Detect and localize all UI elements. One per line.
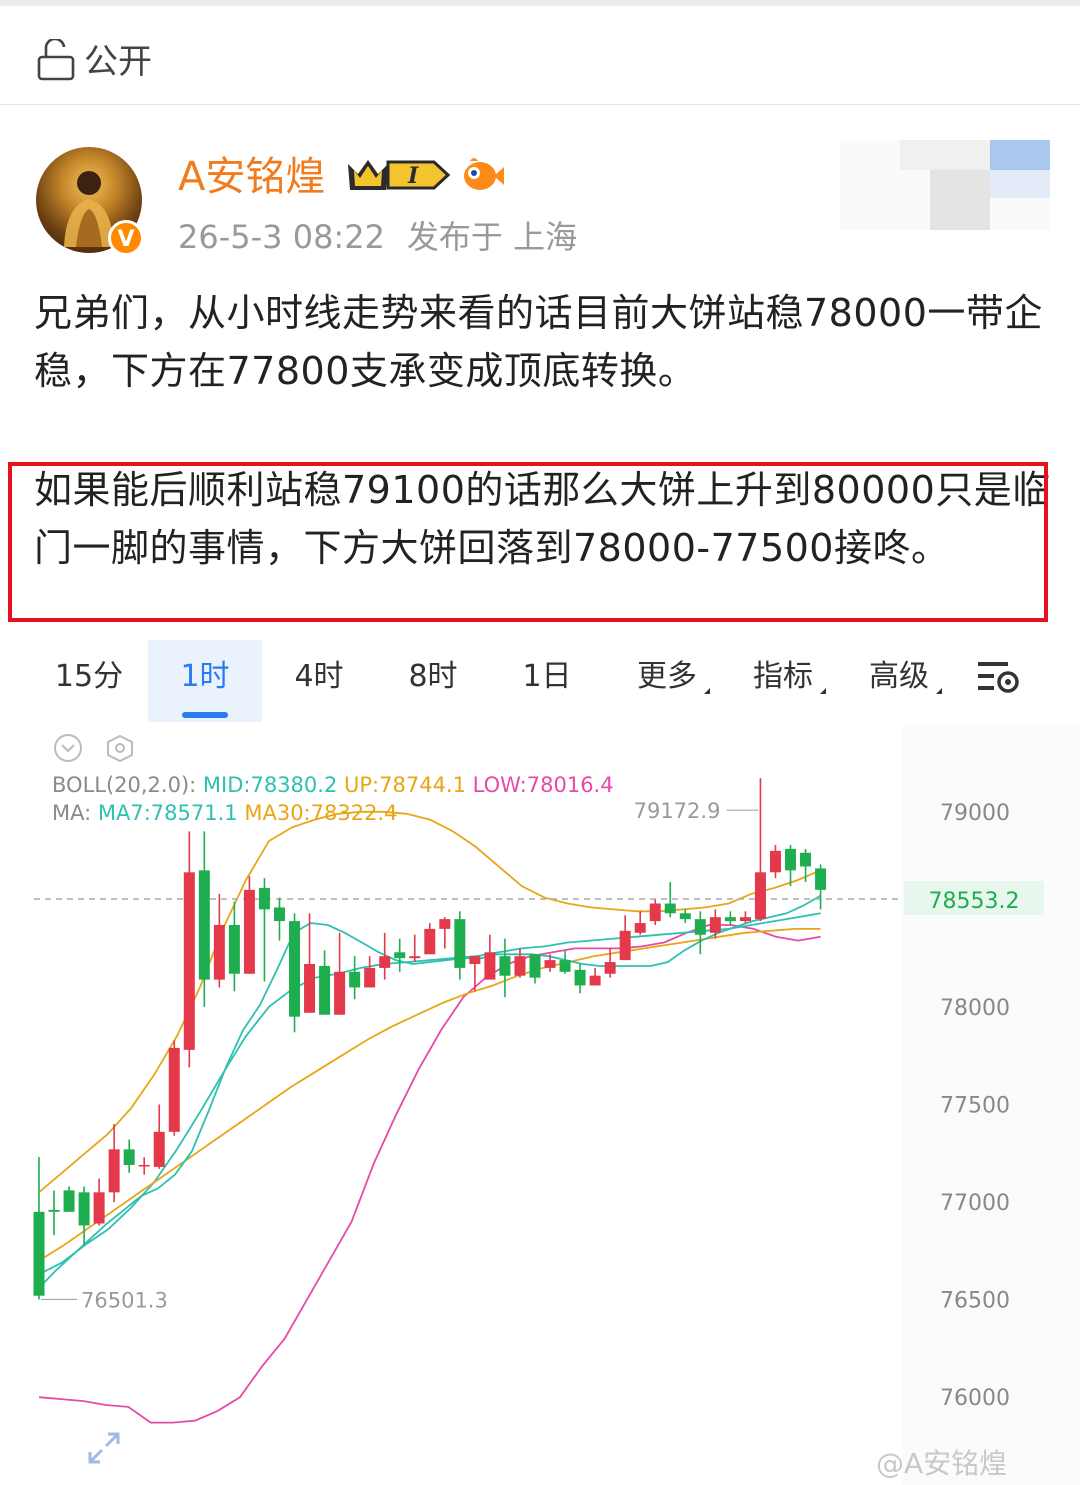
- candle-body: [334, 971, 346, 1015]
- candle-body: [574, 969, 586, 986]
- candle-body: [709, 917, 721, 933]
- candle-body: [514, 956, 526, 976]
- candle-body: [544, 960, 556, 968]
- ma30-line: [38, 928, 821, 1262]
- candle-body: [815, 868, 827, 890]
- candle-body: [649, 903, 661, 922]
- candle-body: [499, 956, 511, 976]
- candle-body: [273, 907, 285, 922]
- candle-body: [123, 1149, 135, 1165]
- boll-lower-line: [38, 924, 821, 1424]
- y-tick-label: 78000: [940, 996, 1010, 1021]
- candle-body: [108, 1149, 120, 1193]
- candle-body: [694, 919, 706, 935]
- candle-body: [394, 952, 406, 959]
- candle-body: [243, 889, 255, 974]
- candle-body: [153, 1131, 165, 1167]
- candle-body: [604, 962, 616, 974]
- candle-body: [529, 954, 541, 978]
- candle-body: [679, 913, 691, 920]
- candle-body: [409, 956, 421, 959]
- expand-icon[interactable]: [84, 1428, 124, 1468]
- y-tick-label: 77000: [940, 1191, 1010, 1216]
- candle-body: [800, 852, 812, 867]
- candle-body: [754, 872, 766, 920]
- watermark: @A安铭煌: [876, 1447, 1008, 1480]
- candle-body: [213, 924, 225, 980]
- y-tick-label: 76500: [940, 1289, 1010, 1314]
- candle-body: [183, 872, 195, 1050]
- candle-body: [559, 960, 571, 972]
- candlestick-chart[interactable]: 7900078000775007700076500760007550078553…: [0, 0, 1080, 1485]
- candle-body: [724, 917, 736, 922]
- candle-body: [304, 964, 316, 1013]
- high-price-label: 79172.9: [634, 799, 721, 823]
- candle-body: [739, 917, 751, 922]
- candle-body: [439, 919, 451, 929]
- candle-body: [454, 919, 466, 968]
- candle-body: [63, 1190, 75, 1212]
- y-tick-label: 77500: [940, 1094, 1010, 1119]
- candle-body: [349, 971, 361, 988]
- candle-body: [319, 965, 331, 1015]
- ma7-line: [38, 894, 822, 1289]
- y-tick-label: 79000: [940, 801, 1010, 826]
- candle-body: [138, 1164, 150, 1167]
- candle-body: [424, 928, 436, 955]
- candle-body: [664, 903, 676, 914]
- candle-body: [634, 923, 646, 933]
- candle-body: [769, 850, 781, 873]
- candle-body: [364, 967, 376, 988]
- candle-body: [289, 921, 301, 1017]
- candle-body: [48, 1209, 60, 1212]
- candle-body: [469, 956, 481, 965]
- candle-body: [78, 1192, 90, 1226]
- candle-body: [589, 975, 601, 986]
- y-tick-label: 76000: [940, 1386, 1010, 1411]
- candle-body: [93, 1192, 105, 1224]
- candle-body: [33, 1211, 45, 1296]
- candle-body: [785, 848, 796, 871]
- candle-body: [379, 956, 391, 968]
- candle-body: [258, 887, 270, 910]
- candle-body: [228, 924, 240, 974]
- candle-body: [484, 952, 496, 980]
- low-price-label: 76501.3: [81, 1288, 168, 1312]
- boll-mid-line: [38, 912, 821, 1276]
- candle-body: [168, 1047, 180, 1132]
- current-price-label: 78553.2: [929, 889, 1020, 914]
- candle-body: [198, 870, 210, 980]
- candle-body: [619, 930, 631, 961]
